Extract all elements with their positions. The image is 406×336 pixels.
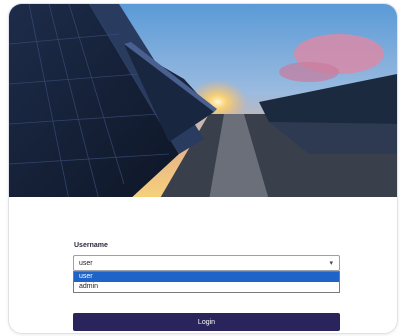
- hero-image-solar-panels: [9, 4, 397, 200]
- username-label: Username: [74, 242, 108, 249]
- login-card: Username user ▾ user admin Login: [8, 3, 398, 334]
- login-button[interactable]: Login: [73, 313, 340, 331]
- username-dropdown-list: user admin: [73, 271, 340, 293]
- username-select-value: user: [79, 260, 93, 267]
- option-user[interactable]: user: [74, 272, 339, 282]
- option-admin[interactable]: admin: [74, 282, 339, 292]
- chevron-down-icon[interactable]: ▾: [329, 259, 333, 267]
- username-select[interactable]: user ▾: [73, 255, 340, 271]
